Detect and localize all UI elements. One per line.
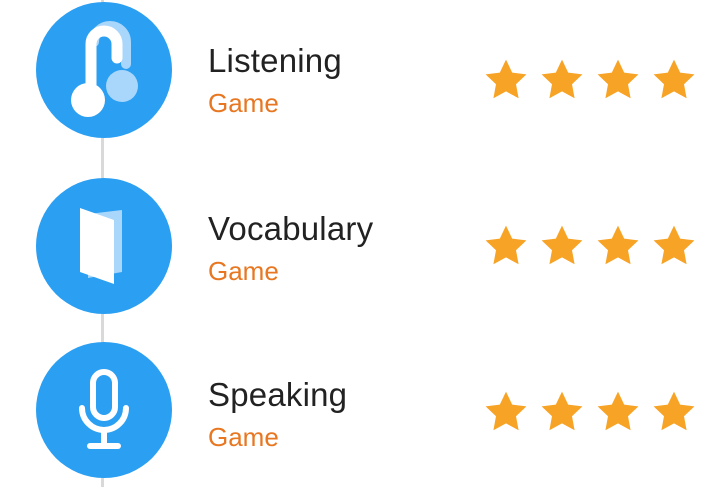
headphones-icon — [71, 21, 138, 117]
list-item-speaking[interactable]: Speaking Game — [0, 342, 720, 482]
speaking-icon-circle — [36, 342, 172, 478]
star-icon — [485, 391, 527, 431]
activity-list: Listening Game Vocabulary Game Speaking … — [0, 0, 720, 487]
item-title: Vocabulary — [208, 210, 374, 247]
item-subtitle: Game — [208, 256, 279, 286]
star-icon — [653, 391, 695, 431]
star-icon — [541, 59, 583, 99]
rating-stars — [482, 56, 698, 104]
rating-stars — [482, 222, 698, 270]
star-icon — [541, 225, 583, 265]
star-icon — [485, 225, 527, 265]
star-icon — [485, 59, 527, 99]
item-title: Speaking — [208, 376, 348, 413]
item-subtitle: Game — [208, 422, 279, 452]
list-item-listening[interactable]: Listening Game — [0, 2, 720, 142]
book-icon — [80, 208, 122, 284]
star-icon — [541, 391, 583, 431]
star-icon — [597, 225, 639, 265]
item-title: Listening — [208, 42, 342, 79]
star-icon — [597, 59, 639, 99]
microphone-icon — [79, 369, 129, 449]
star-icon — [597, 391, 639, 431]
star-icon — [653, 225, 695, 265]
vocabulary-icon-circle — [36, 178, 172, 314]
rating-stars — [482, 388, 698, 436]
star-icon — [653, 59, 695, 99]
list-item-vocabulary[interactable]: Vocabulary Game — [0, 178, 720, 318]
listening-icon-circle — [36, 2, 172, 138]
item-subtitle: Game — [208, 88, 279, 118]
